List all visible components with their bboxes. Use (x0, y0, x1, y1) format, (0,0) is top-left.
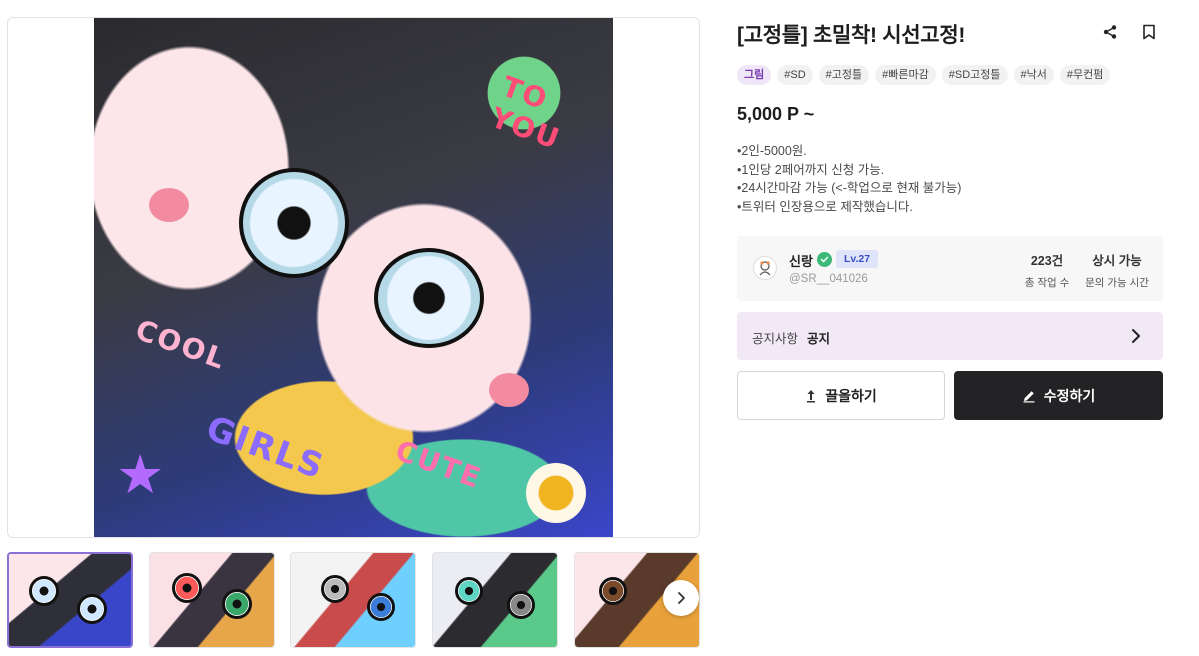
chevron-right-icon (678, 592, 685, 604)
edit-button-label: 수정하기 (1043, 387, 1096, 404)
art-flower (526, 463, 586, 523)
verified-badge-icon (817, 252, 832, 267)
art-sticker-text-left: COOL (131, 312, 231, 377)
stat-inquiry-time: 상시 가능 문의 가능 시간 (1081, 250, 1153, 290)
share-button[interactable] (1099, 21, 1121, 43)
stat-value: 상시 가능 (1092, 254, 1142, 268)
art-blush-right (489, 373, 529, 407)
tag-item[interactable]: #무컨펌 (1059, 65, 1111, 85)
edit-button[interactable]: 수정하기 (954, 371, 1163, 420)
stat-label: 총 작업 수 (1024, 277, 1070, 289)
boost-button-label: 끌올하기 (825, 387, 877, 404)
main-image-frame: ★ TO YOU COOL GIRLS CUTE (7, 17, 700, 538)
art-heart-text-top: TO YOU (486, 69, 566, 157)
chevron-right-icon (1132, 329, 1140, 343)
thumbnail-next-button[interactable] (663, 580, 699, 616)
boost-button[interactable]: 끌올하기 (737, 371, 945, 420)
art-heart-text-bottom: GIRLS (200, 408, 331, 488)
bookmark-icon (1143, 24, 1155, 40)
tag-list: 그림 #SD #고정틀 #빠른마감 #SD고정틀 #낙서 #무컨펌 (737, 65, 1111, 85)
stat-value: 223건 (1030, 254, 1064, 268)
arrow-up-icon (807, 389, 816, 402)
notice-bar[interactable]: 공지사항 공지 (737, 312, 1163, 360)
tag-item[interactable]: #SD (777, 65, 813, 85)
product-price: 5,000 P ~ (737, 104, 815, 124)
tag-item[interactable]: #낙서 (1013, 65, 1054, 85)
avatar[interactable] (753, 256, 777, 280)
art-blush-left (149, 188, 189, 222)
description-line: •2인-5000원. (737, 144, 807, 158)
seller-card[interactable]: 신랑 Lv.27 @SR__041026 223건 총 작업 수 상시 가능 문… (737, 236, 1163, 301)
pencil-icon (1023, 390, 1035, 402)
seller-name[interactable]: 신랑 (789, 251, 813, 270)
art-eye-right (374, 248, 484, 348)
thumbnail-3[interactable] (290, 552, 416, 648)
main-product-image[interactable]: ★ TO YOU COOL GIRLS CUTE (94, 18, 613, 537)
product-title: [고정틀] 초밀착! 시선고정! (737, 24, 966, 47)
seller-handle: @SR__041026 (789, 273, 868, 285)
level-badge: Lv.27 (836, 250, 879, 268)
thumbnail-1[interactable] (7, 552, 133, 648)
thumbnail-4[interactable] (432, 552, 558, 648)
description-line: •1인당 2페어까지 신청 가능. (737, 162, 885, 177)
notice-value: 공지 (807, 332, 831, 346)
art-star: ★ (116, 445, 165, 505)
stat-label: 문의 가능 시간 (1085, 277, 1149, 289)
tag-item[interactable]: #SD고정틀 (941, 65, 1008, 85)
tag-item[interactable]: #빠른마감 (875, 65, 936, 85)
bookmark-button[interactable] (1138, 21, 1160, 43)
tag-category[interactable]: 그림 (737, 65, 772, 85)
description-line: •트위터 인장용으로 제작했습니다. (737, 199, 913, 214)
tag-item[interactable]: #고정틀 (818, 65, 870, 85)
stat-total-works: 223건 총 작업 수 (1019, 250, 1075, 290)
character-avatar-icon (759, 261, 771, 276)
thumbnail-strip (7, 552, 701, 648)
product-description: •2인-5000원. •1인당 2페어까지 신청 가능. •24시간마감 가능 … (737, 142, 961, 216)
description-line: •24시간마감 가능 (<-학업으로 현재 불가능) (737, 181, 962, 195)
art-sticker-text-right: CUTE (391, 433, 487, 496)
notice-label: 공지사항 (752, 332, 799, 346)
art-eye-left (239, 168, 349, 278)
thumbnail-2[interactable] (149, 552, 275, 648)
share-icon (1103, 25, 1117, 39)
